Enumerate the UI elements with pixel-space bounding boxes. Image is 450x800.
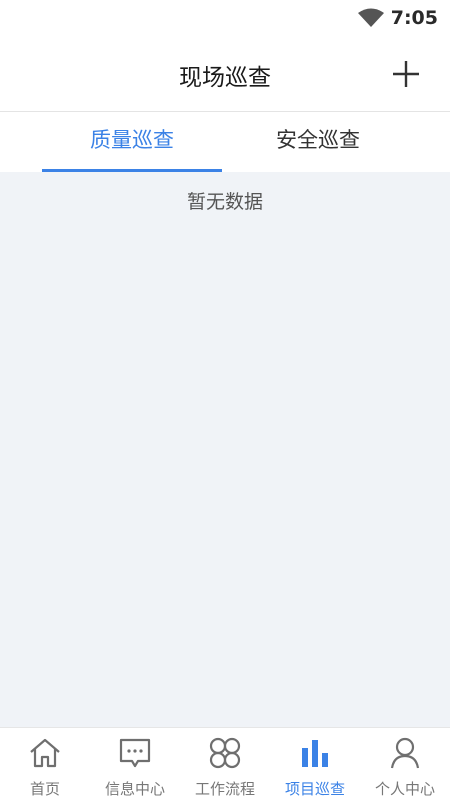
content-area[interactable]: 暂无数据 (0, 172, 450, 727)
tab-quality-label: 质量巡查 (90, 128, 174, 152)
nav-label-home: 首页 (29, 780, 60, 798)
nav-label-project-inspection: 项目巡查 (284, 780, 345, 798)
tab-bar: 质量巡查 安全巡查 (0, 113, 450, 172)
nav-item-home[interactable]: 首页 (0, 728, 90, 800)
plus-icon[interactable] (388, 56, 424, 92)
status-time: 7:05 (390, 7, 438, 29)
status-bar: 7:05 (0, 0, 450, 38)
person-icon (390, 737, 420, 769)
bar-chart-icon (302, 740, 328, 767)
nav-item-info-center[interactable]: 信息中心 (90, 728, 180, 800)
empty-state-text: 暂无数据 (186, 191, 263, 213)
nav-label-personal-center: 个人中心 (374, 780, 435, 798)
tab-quality-inspection[interactable]: 质量巡查 (42, 113, 222, 172)
tab-safety-label: 安全巡查 (276, 128, 360, 152)
home-icon (30, 738, 60, 768)
bottom-nav: 首页 信息中心 工作流程 项目巡查 个人中心 (0, 727, 450, 800)
nav-item-project-inspection[interactable]: 项目巡查 (270, 728, 360, 800)
nav-label-info-center: 信息中心 (104, 780, 165, 798)
nav-label-workflow: 工作流程 (194, 780, 255, 798)
page-title: 现场巡查 (179, 65, 271, 91)
message-icon (119, 738, 151, 768)
tab-safety-inspection[interactable]: 安全巡查 (228, 113, 408, 172)
header: 现场巡查 (0, 38, 450, 112)
nav-item-personal-center[interactable]: 个人中心 (360, 728, 450, 800)
workflow-icon (209, 737, 241, 769)
wifi-icon (358, 8, 384, 27)
nav-item-workflow[interactable]: 工作流程 (180, 728, 270, 800)
